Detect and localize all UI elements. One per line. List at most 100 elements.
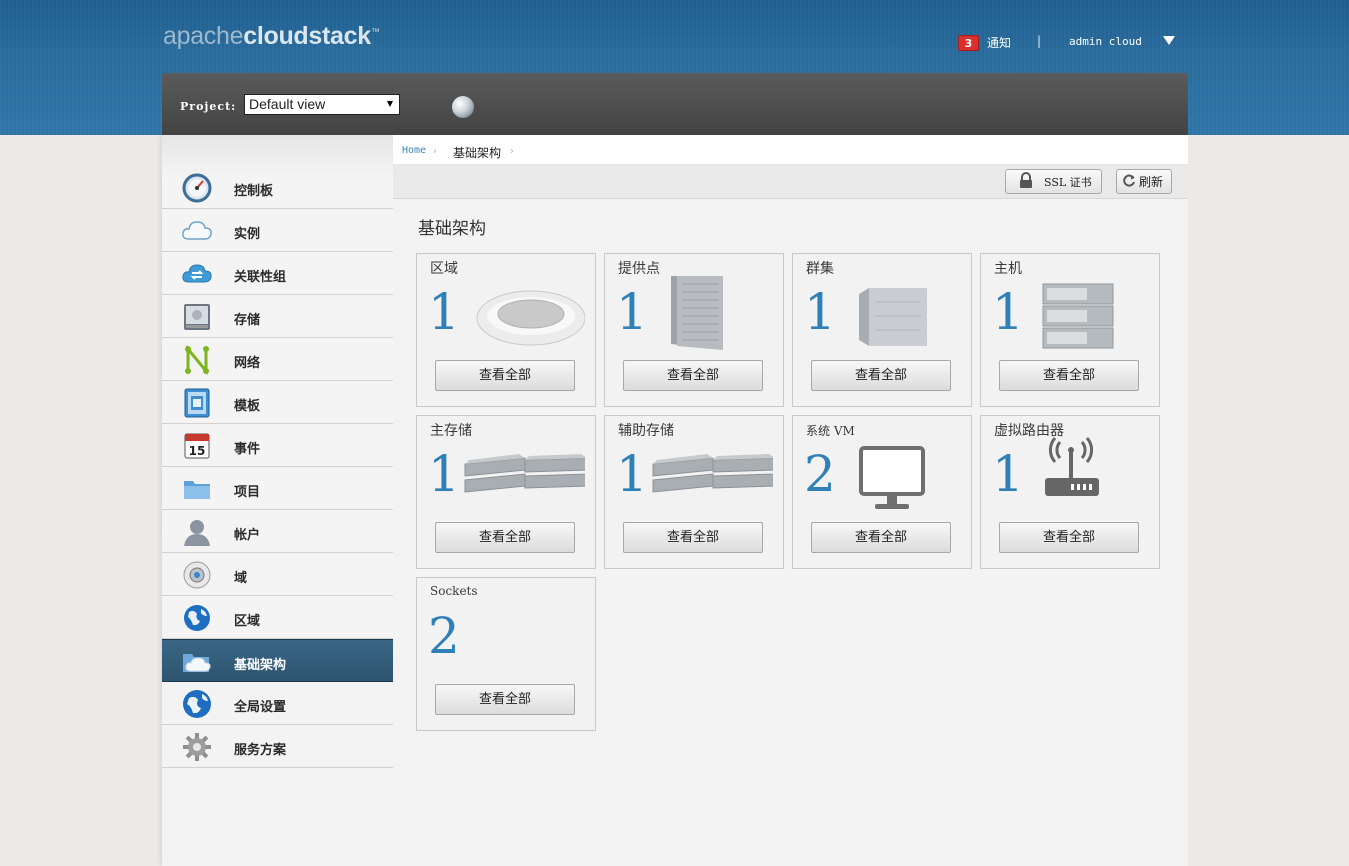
view-all-button[interactable]: 查看全部 — [811, 360, 951, 391]
sidebar-item-label: 项目 — [234, 485, 261, 500]
view-all-button[interactable]: 查看全部 — [811, 522, 951, 553]
project-globe-icon[interactable] — [452, 96, 474, 118]
breadcrumb: Home › 基础架构 › — [393, 135, 1188, 165]
sidebar-item-dashboard[interactable]: 控制板 — [162, 166, 393, 209]
affinity-cloud-arrows-icon — [181, 259, 213, 289]
sidebar-item-storage[interactable]: 存储 — [162, 295, 393, 338]
primary-storage-card: 主存储 1 查看全部 — [416, 415, 596, 569]
sidebar-item-projects[interactable]: 项目 — [162, 467, 393, 510]
refresh-icon — [1123, 174, 1136, 190]
pods-card: 提供点 1 查看全部 — [604, 253, 784, 407]
breadcrumb-current[interactable]: 基础架构 — [453, 144, 501, 161]
cloudstack-logo[interactable]: apachecloudstack™ — [163, 22, 380, 51]
primary-storage-disks-icon — [459, 434, 588, 516]
notifications-button[interactable]: 3 通知 — [958, 34, 1011, 51]
view-all-button[interactable]: 查看全部 — [999, 522, 1139, 553]
sidebar-item-domains[interactable]: 域 — [162, 553, 393, 596]
sockets-card: Sockets 2 查看全部 — [416, 577, 596, 731]
sidebar-item-global-settings[interactable]: 全局设置 — [162, 682, 393, 725]
breadcrumb-chevron-icon: › — [433, 146, 437, 157]
sidebar-item-affinity-groups[interactable]: 关联性组 — [162, 252, 393, 295]
infrastructure-folder-cloud-icon — [181, 647, 213, 677]
calendar-icon: 15 — [181, 431, 213, 461]
clusters-card: 群集 1 查看全部 — [792, 253, 972, 407]
user-menu-caret-icon[interactable] — [1163, 36, 1175, 45]
project-label: Project: — [180, 100, 237, 113]
breadcrumb-home-link[interactable]: Home — [402, 145, 426, 156]
system-vm-card: 系统 VM 2 查看全部 — [792, 415, 972, 569]
sidebar-item-service-offerings[interactable]: 服务方案 — [162, 725, 393, 768]
sidebar-item-label: 帐户 — [234, 528, 261, 543]
card-title: 区域 — [430, 261, 458, 277]
zones-card: 区域 1 查看全部 — [416, 253, 596, 407]
sidebar-item-label: 模板 — [234, 399, 261, 414]
gear-icon — [181, 732, 213, 762]
cluster-box-icon — [835, 272, 961, 354]
sidebar-item-events[interactable]: 15 事件 — [162, 424, 393, 467]
breadcrumb-chevron-icon: › — [510, 146, 514, 157]
virtual-routers-card: 虚拟路由器 1 查看全部 — [980, 415, 1160, 569]
monitor-icon — [835, 434, 961, 516]
sidebar-item-accounts[interactable]: 帐户 — [162, 510, 393, 553]
card-count: 2 — [428, 607, 460, 665]
view-all-button[interactable]: 查看全部 — [435, 522, 575, 553]
globe-icon — [181, 603, 213, 633]
sidebar-item-label: 控制板 — [234, 184, 274, 199]
router-icon — [1023, 434, 1149, 516]
page-title: 基础架构 — [418, 219, 486, 239]
host-server-icon — [1023, 272, 1149, 354]
card-count: 1 — [428, 445, 460, 503]
sidebar-item-label: 关联性组 — [234, 270, 287, 285]
ssl-certificate-button[interactable]: SSL 证书 — [1005, 169, 1102, 194]
dashboard-gauge-icon — [181, 173, 213, 203]
main-content: Home › 基础架构 › SSL 证书 刷新 基础架构 区域 1 查看全部 提… — [393, 135, 1188, 866]
sidebar-item-label: 网络 — [234, 356, 261, 371]
sidebar-item-label: 全局设置 — [234, 700, 287, 715]
card-title: 主机 — [994, 261, 1022, 277]
header-separator: | — [1037, 34, 1042, 48]
sidebar-item-infrastructure[interactable]: 基础架构 — [162, 639, 393, 682]
svg-text:15: 15 — [189, 444, 206, 458]
sidebar: 控制板 实例 关联性组 存储 网络 模板 15 事件 项目 帐户 域 区域 基础… — [162, 135, 393, 866]
cloud-icon — [181, 216, 213, 246]
domain-disc-icon — [181, 560, 213, 590]
sidebar-item-label: 域 — [234, 571, 248, 586]
project-bar: Project: Default view — [162, 73, 1188, 135]
view-all-button[interactable]: 查看全部 — [999, 360, 1139, 391]
notifications-label: 通知 — [987, 36, 1012, 50]
logo-text-cloudstack: cloudstack — [243, 22, 371, 50]
sidebar-item-network[interactable]: 网络 — [162, 338, 393, 381]
project-select[interactable]: Default view — [244, 94, 400, 115]
view-all-button[interactable]: 查看全部 — [435, 360, 575, 391]
toolbar: SSL 证书 刷新 — [393, 165, 1188, 199]
sidebar-item-instances[interactable]: 实例 — [162, 209, 393, 252]
secondary-storage-card: 辅助存储 1 查看全部 — [604, 415, 784, 569]
card-title: 群集 — [806, 261, 834, 277]
refresh-label: 刷新 — [1139, 175, 1164, 189]
template-icon — [181, 388, 213, 418]
pod-rack-icon — [647, 272, 773, 354]
refresh-button[interactable]: 刷新 — [1116, 169, 1172, 194]
logo-text-apache: apache — [163, 22, 244, 50]
user-icon — [181, 517, 213, 547]
card-count: 1 — [992, 283, 1024, 341]
folder-icon — [181, 474, 213, 504]
card-title: Sockets — [430, 584, 478, 598]
select-caret-icon — [387, 101, 393, 107]
card-count: 1 — [804, 283, 836, 341]
zone-disc-icon — [459, 272, 586, 354]
project-select-value: Default view — [249, 96, 326, 112]
hosts-card: 主机 1 查看全部 — [980, 253, 1160, 407]
sidebar-item-regions[interactable]: 区域 — [162, 596, 393, 639]
card-count: 1 — [428, 283, 460, 341]
sidebar-item-label: 服务方案 — [234, 743, 287, 758]
network-icon — [181, 345, 213, 375]
view-all-button[interactable]: 查看全部 — [623, 522, 763, 553]
user-menu-label[interactable]: admin cloud — [1069, 35, 1142, 48]
card-count: 1 — [616, 445, 648, 503]
view-all-button[interactable]: 查看全部 — [435, 684, 575, 715]
view-all-button[interactable]: 查看全部 — [623, 360, 763, 391]
sidebar-nav: 控制板 实例 关联性组 存储 网络 模板 15 事件 项目 帐户 域 区域 基础… — [162, 166, 393, 768]
sidebar-item-label: 存储 — [234, 313, 261, 328]
sidebar-item-templates[interactable]: 模板 — [162, 381, 393, 424]
